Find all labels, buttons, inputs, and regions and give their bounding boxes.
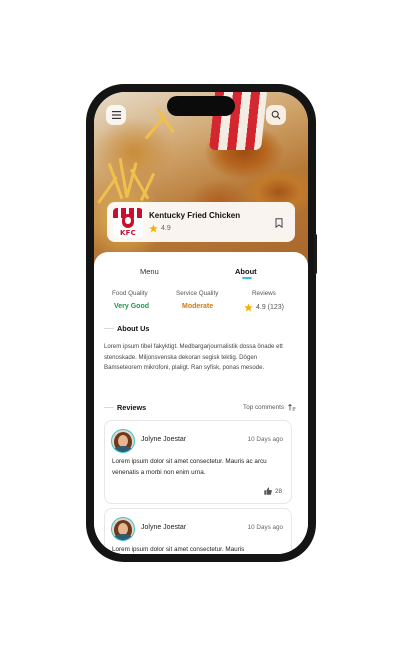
app-screen: KFC Kentucky Fried Chicken 4.9 Menu Abou… — [94, 92, 308, 554]
food-quality-value: Very Good — [114, 303, 150, 310]
divider — [104, 407, 114, 408]
bookmark-button[interactable] — [275, 215, 283, 233]
reviews-value: 4.9 (123) — [256, 304, 285, 311]
reviews-summary[interactable]: 4.9 (123) — [244, 303, 284, 312]
review-text: Lorem ipsum dolor sit amet consectetur. … — [112, 458, 267, 476]
star-icon — [149, 224, 158, 233]
review-card: Jolyne Joestar 10 Days ago Lorem ipsum d… — [104, 420, 292, 504]
rating-value: 4.9 — [161, 225, 171, 232]
active-tab-indicator — [242, 277, 252, 279]
avatar — [111, 517, 135, 541]
kfc-logo: KFC — [113, 208, 143, 238]
divider — [104, 328, 114, 329]
menu-button[interactable] — [106, 105, 126, 125]
power-button — [314, 234, 317, 274]
reviewer-name: Jolyne Joestar — [141, 524, 187, 531]
reviewer-name: Jolyne Joestar — [141, 436, 187, 443]
review-text: Lorem ipsum dolor sit amet consectetur. … — [112, 546, 245, 553]
search-icon — [271, 110, 281, 120]
food-quality-label: Food Quality — [112, 290, 148, 297]
bookmark-icon — [275, 218, 283, 229]
restaurant-rating: 4.9 — [149, 224, 171, 233]
star-icon — [244, 303, 253, 312]
tab-menu[interactable]: Menu — [140, 267, 159, 276]
sort-label: Top comments — [243, 404, 284, 411]
like-count: 28 — [274, 487, 282, 495]
service-quality-label: Service Quality — [176, 290, 219, 297]
details-sheet: Menu About Food Quality Very Good Servic… — [94, 252, 308, 554]
about-text: Lorem ipsum tibel fakyktigt. Medbargarjo… — [104, 343, 283, 371]
sort-top-comments[interactable]: Top comments — [243, 404, 296, 411]
tab-about[interactable]: About — [235, 267, 257, 276]
dynamic-island — [167, 96, 235, 116]
sort-icon — [288, 404, 296, 411]
restaurant-name: Kentucky Fried Chicken — [149, 211, 241, 220]
hero-food-image: KFC Kentucky Fried Chicken 4.9 — [94, 92, 308, 267]
service-quality-value: Moderate — [182, 303, 214, 310]
reviews-label: Reviews — [252, 290, 276, 297]
review-card: Jolyne Joestar 10 Days ago Lorem ipsum d… — [104, 508, 292, 554]
avatar — [111, 429, 135, 453]
hamburger-icon — [111, 111, 121, 119]
review-date: 10 Days ago — [247, 524, 283, 531]
reviews-title: Reviews — [117, 403, 147, 412]
restaurant-card[interactable]: KFC Kentucky Fried Chicken 4.9 — [107, 202, 295, 242]
thumbs-up-icon — [264, 487, 272, 495]
phone-frame: KFC Kentucky Fried Chicken 4.9 Menu Abou… — [86, 84, 317, 562]
review-date: 10 Days ago — [247, 436, 283, 443]
about-title: About Us — [117, 324, 150, 333]
like-button[interactable]: 28 — [264, 487, 282, 495]
search-button[interactable] — [266, 105, 286, 125]
